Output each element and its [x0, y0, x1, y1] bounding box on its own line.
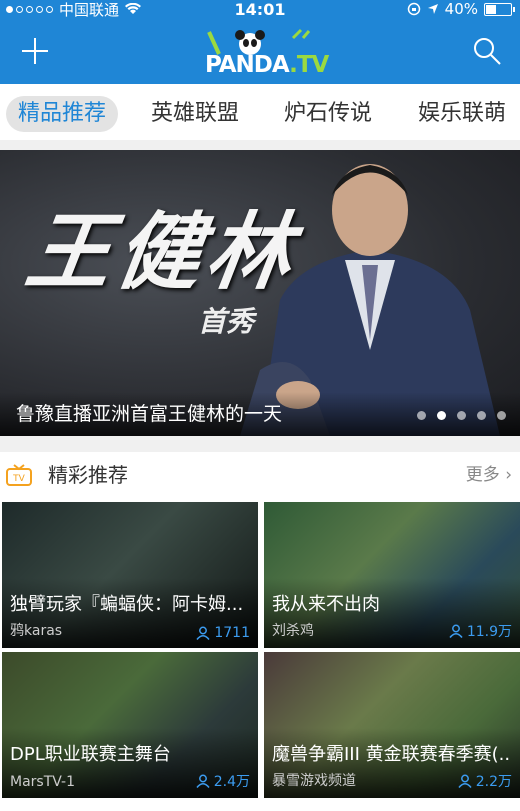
stream-title: 独臂玩家『蝙蝠侠：阿卡姆...: [10, 594, 244, 615]
banner-subheadline: 首秀: [198, 305, 255, 338]
tab-hearthstone[interactable]: 炉石传说: [284, 96, 372, 132]
status-right: 40%: [407, 0, 515, 18]
battery-icon: [484, 2, 515, 16]
battery-percent: 40%: [444, 0, 478, 18]
pager-dot-active[interactable]: [437, 411, 446, 420]
stream-title: DPL职业联赛主舞台: [10, 744, 171, 765]
streamer-name: 鸦karas: [10, 623, 63, 639]
app-screen: 中国联通 14:01 40% PANDA.TV 精品推荐 英雄联盟 炉石传说 娱…: [0, 0, 520, 811]
streamer-name: 暴雪游戏频道: [272, 773, 356, 789]
stream-card[interactable]: DPL职业联赛主舞台 MarsTV-1 2.4万: [2, 652, 258, 798]
stream-grid: 独臂玩家『蝙蝠侠：阿卡姆... 鸦karas 1711 我从来不出肉 刘杀鸡 1…: [0, 498, 520, 811]
search-icon[interactable]: [472, 36, 502, 66]
app-header: 中国联通 14:01 40% PANDA.TV: [0, 0, 520, 84]
banner-pager[interactable]: [417, 411, 506, 420]
stream-card[interactable]: 我从来不出肉 刘杀鸡 11.9万: [264, 502, 520, 648]
section-title: 精彩推荐: [48, 463, 128, 487]
pager-dot[interactable]: [457, 411, 466, 420]
pager-dot[interactable]: [497, 411, 506, 420]
banner-caption: 鲁豫直播亚洲首富王健林的一天: [16, 403, 283, 425]
category-tabs: 精品推荐 英雄联盟 炉石传说 娱乐联萌: [0, 84, 520, 140]
user-icon: [196, 626, 210, 640]
svg-text:TV: TV: [12, 474, 25, 484]
tab-lol[interactable]: 英雄联盟: [151, 96, 239, 132]
location-icon: [427, 4, 438, 14]
streamer-name: 刘杀鸡: [272, 623, 314, 639]
tab-featured[interactable]: 精品推荐: [6, 96, 119, 132]
more-link[interactable]: 更多 ›: [466, 460, 512, 490]
viewer-count-value: 2.4万: [213, 774, 250, 790]
viewer-count-value: 1711: [214, 625, 250, 641]
viewer-count: 2.4万: [196, 771, 250, 791]
stream-card[interactable]: 独臂玩家『蝙蝠侠：阿卡姆... 鸦karas 1711: [2, 502, 258, 648]
viewer-count: 11.9万: [449, 621, 512, 641]
user-icon: [196, 774, 210, 788]
more-label: 更多: [465, 465, 500, 485]
chevron-right-icon: ›: [505, 465, 512, 485]
featured-banner[interactable]: 王健林 首秀 鲁豫直播亚洲首富王健林的一天: [0, 150, 520, 436]
pager-dot[interactable]: [417, 411, 426, 420]
user-icon: [449, 624, 463, 638]
viewer-count: 2.2万: [458, 771, 512, 791]
streamer-name: MarsTV-1: [10, 774, 75, 790]
section-header: TV 精彩推荐 更多 ›: [0, 452, 520, 498]
stream-card[interactable]: 魔兽争霸III 黄金联赛春季赛(... 暴雪游戏频道 2.2万: [264, 652, 520, 798]
rotation-lock-icon: [407, 2, 420, 16]
status-bar: 中国联通 14:01 40%: [0, 0, 520, 22]
tv-icon: TV: [6, 464, 32, 486]
add-icon[interactable]: [22, 38, 48, 64]
stream-title: 魔兽争霸III 黄金联赛春季赛(...: [272, 744, 512, 765]
viewer-count-value: 11.9万: [466, 624, 512, 640]
user-icon: [458, 774, 472, 788]
viewer-count: 1711: [196, 625, 250, 641]
stream-title: 我从来不出肉: [272, 594, 380, 615]
pager-dot[interactable]: [477, 411, 486, 420]
viewer-count-value: 2.2万: [475, 774, 512, 790]
panda-tv-logo: PANDA.TV: [205, 28, 329, 78]
logo-text: PANDA: [205, 52, 290, 78]
logo-tv-text: .TV: [289, 52, 329, 78]
tab-entertainment[interactable]: 娱乐联萌: [418, 96, 506, 132]
banner-headline: 王健林: [20, 202, 305, 301]
